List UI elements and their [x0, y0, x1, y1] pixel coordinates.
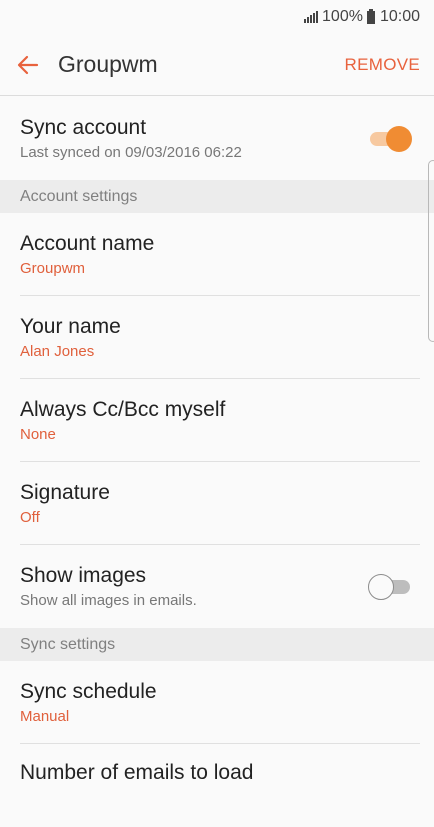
page-title: Groupwm: [58, 51, 158, 77]
status-bar: 100% 10:00: [0, 0, 434, 34]
section-header-account-settings: Account settings: [0, 180, 434, 213]
settings-list: Sync account Last synced on 09/03/2016 0…: [0, 97, 434, 827]
signal-icon: [304, 11, 319, 23]
show-images-toggle[interactable]: [368, 573, 412, 601]
sync-schedule-row[interactable]: Sync schedule Manual: [0, 661, 434, 744]
show-images-row[interactable]: Show images Show all images in emails.: [0, 545, 434, 628]
emails-to-load-title: Number of emails to load: [20, 761, 254, 784]
sync-account-toggle[interactable]: [368, 125, 412, 153]
back-arrow-icon[interactable]: [16, 52, 42, 78]
sync-schedule-value: Manual: [20, 707, 70, 725]
app-bar: Groupwm REMOVE: [0, 34, 434, 96]
sync-account-title: Sync account: [20, 115, 147, 139]
show-images-subtitle: Show all images in emails.: [20, 591, 197, 609]
toggle-thumb: [386, 125, 412, 152]
account-name-title: Account name: [20, 231, 155, 255]
scrollbar[interactable]: [428, 160, 434, 342]
clock: 10:00: [379, 8, 420, 25]
account-name-row[interactable]: Account name Groupwm: [0, 213, 434, 296]
always-cc-row[interactable]: Always Cc/Bcc myself None: [0, 379, 434, 462]
your-name-value: Alan Jones: [20, 342, 95, 360]
remove-button[interactable]: REMOVE: [345, 55, 420, 75]
sync-schedule-title: Sync schedule: [20, 679, 157, 703]
toggle-thumb: [368, 573, 394, 600]
emails-to-load-row[interactable]: Number of emails to load: [0, 744, 434, 827]
show-images-title: Show images: [20, 563, 147, 587]
sync-account-subtitle: Last synced on 09/03/2016 06:22: [20, 143, 242, 161]
battery-percent: 100%: [322, 8, 363, 25]
always-cc-value: None: [20, 425, 56, 443]
account-name-value: Groupwm: [20, 259, 86, 277]
always-cc-title: Always Cc/Bcc myself: [20, 397, 226, 421]
signature-value: Off: [20, 508, 40, 526]
signature-title: Signature: [20, 480, 110, 504]
signature-row[interactable]: Signature Off: [0, 462, 434, 545]
battery-icon: [366, 8, 375, 24]
your-name-row[interactable]: Your name Alan Jones: [0, 296, 434, 379]
sync-account-row[interactable]: Sync account Last synced on 09/03/2016 0…: [0, 97, 434, 180]
your-name-title: Your name: [20, 314, 121, 338]
section-header-sync-settings: Sync settings: [0, 628, 434, 661]
